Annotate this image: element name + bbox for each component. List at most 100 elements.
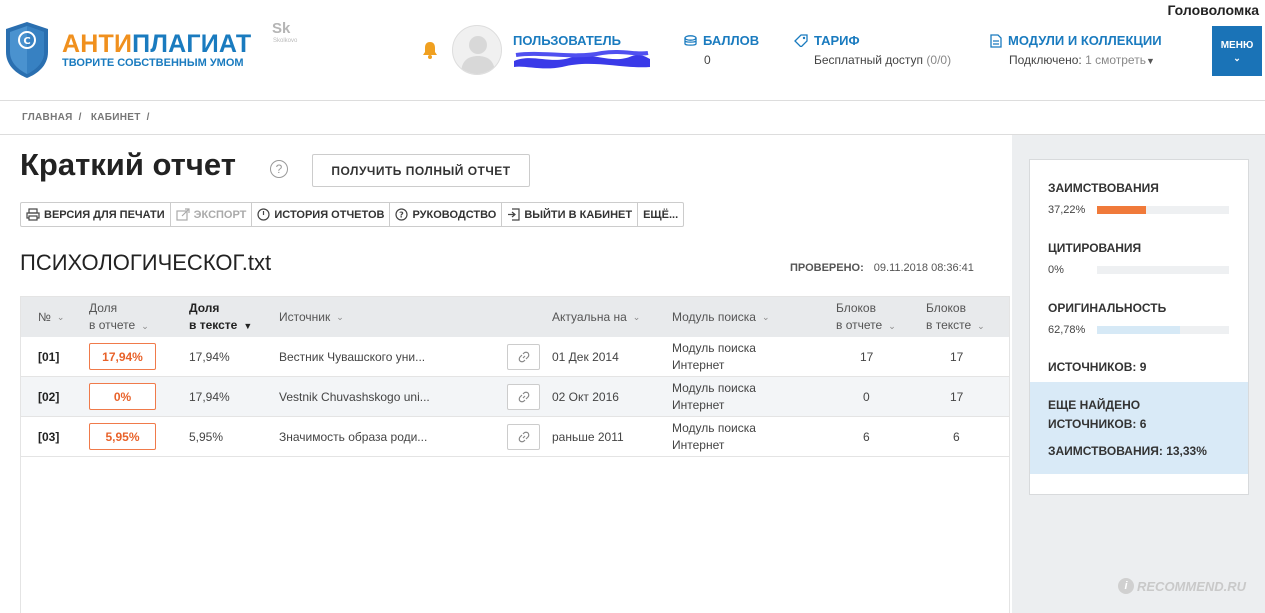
exit-to-cabinet-label: ВЫЙТИ В КАБИНЕТ bbox=[524, 208, 633, 221]
exit-to-cabinet-button[interactable]: ВЫЙТИ В КАБИНЕТ bbox=[502, 203, 639, 226]
source-name[interactable]: Вестник Чувашского уни... bbox=[279, 337, 425, 377]
skolkovo-caption: Skolkovo bbox=[273, 38, 298, 44]
row-number: [01] bbox=[38, 350, 60, 364]
table-row[interactable]: [01] 17,94% 17,94% Вестник Чувашского ун… bbox=[21, 337, 1009, 377]
actual-date: раньше 2011 bbox=[552, 430, 624, 444]
found-sources-count: ИСТОЧНИКОВ: 6 bbox=[1048, 417, 1147, 431]
sources-count: ИСТОЧНИКОВ: 9 bbox=[1048, 360, 1147, 374]
checked-label: ПРОВЕРЕНО: bbox=[790, 262, 864, 274]
actual-date: 02 Окт 2016 bbox=[552, 390, 619, 404]
document-icon bbox=[990, 33, 1002, 48]
chevron-down-icon: ⌄ bbox=[336, 311, 344, 322]
reports-history-button[interactable]: ИСТОРИЯ ОТЧЕТОВ bbox=[252, 203, 391, 226]
sources-table: № ⌄ Доля в отчете ⌄ Доля в тексте ▼ Источник ⌄… bbox=[20, 296, 1010, 613]
column-header-source[interactable]: Источник ⌄ bbox=[279, 297, 344, 337]
points-title: БАЛЛОВ bbox=[703, 33, 760, 48]
found-borrowings: ЗАИМСТВОВАНИЯ: 13,33% bbox=[1048, 444, 1207, 458]
reports-history-label: ИСТОРИЯ ОТЧЕТОВ bbox=[274, 208, 385, 221]
menu-label: МЕНЮ bbox=[1220, 40, 1254, 51]
blocks-in-report: 17 bbox=[860, 350, 874, 364]
points-block[interactable]: БАЛЛОВ 0 bbox=[684, 33, 759, 67]
redacted-username-scribble bbox=[514, 50, 650, 69]
row-number: [03] bbox=[38, 430, 60, 444]
modules-view-link[interactable]: смотреть bbox=[1095, 53, 1146, 67]
more-button[interactable]: ЕЩЁ... bbox=[638, 203, 683, 226]
source-name[interactable]: Vestnik Chuvashskogo uni... bbox=[279, 377, 430, 417]
modules-block[interactable]: МОДУЛИ И КОЛЛЕКЦИИ Подключено: 1 смотрет… bbox=[990, 33, 1162, 67]
print-version-button[interactable]: ВЕРСИЯ ДЛЯ ПЕЧАТИ bbox=[21, 203, 171, 226]
logo-wordmark[interactable]: АНТИПЛАГИАТ bbox=[62, 30, 251, 59]
modules-title: МОДУЛИ И КОЛЛЕКЦИИ bbox=[1008, 33, 1162, 48]
source-link-button[interactable] bbox=[507, 344, 540, 370]
blocks-in-report: 0 bbox=[863, 390, 870, 404]
tag-icon bbox=[794, 34, 808, 47]
breadcrumb-separator: / bbox=[146, 112, 150, 123]
search-module: Модуль поиска Интернет bbox=[672, 341, 756, 372]
logo-part-anti: АНТИ bbox=[62, 30, 133, 58]
column-header-num[interactable]: № ⌄ bbox=[38, 297, 64, 337]
more-label: ЕЩЁ... bbox=[643, 208, 679, 221]
avatar[interactable] bbox=[452, 25, 502, 75]
share-in-report-badge: 0% bbox=[89, 383, 156, 410]
tariff-block[interactable]: ТАРИФ Бесплатный доступ (0/0) bbox=[794, 33, 951, 67]
exit-icon bbox=[508, 208, 520, 221]
blocks-in-report: 6 bbox=[863, 430, 870, 444]
table-row[interactable]: [02] 0% 17,94% Vestnik Chuvashskogo uni.… bbox=[21, 377, 1009, 417]
source-name[interactable]: Значимость образа роди... bbox=[279, 417, 427, 457]
link-icon bbox=[518, 351, 529, 363]
logo-tagline: ТВОРИТЕ СОБСТВЕННЫМ УМОМ bbox=[62, 57, 244, 69]
coins-icon bbox=[684, 34, 697, 46]
checked-value: 09.11.2018 08:36:41 bbox=[873, 262, 974, 274]
column-header-actual[interactable]: Актуальна на ⌄ bbox=[552, 297, 640, 337]
export-icon bbox=[176, 208, 190, 221]
column-header-share-report[interactable]: Доля в отчете ⌄ bbox=[89, 297, 149, 337]
modules-connected-count: 1 bbox=[1085, 53, 1092, 67]
chevron-down-icon: ▼ bbox=[243, 320, 253, 331]
actual-date: 01 Дек 2014 bbox=[552, 350, 619, 364]
guide-button[interactable]: ? РУКОВОДСТВО bbox=[390, 203, 503, 226]
table-row[interactable]: [03] 5,95% 5,95% Значимость образа роди.… bbox=[21, 417, 1009, 457]
points-value: 0 bbox=[704, 53, 711, 67]
history-clock-icon bbox=[257, 208, 270, 221]
source-link-button[interactable] bbox=[507, 424, 540, 450]
borrowings-label: ЗАИМСТВОВАНИЯ bbox=[1048, 181, 1159, 195]
get-full-report-button[interactable]: ПОЛУЧИТЬ ПОЛНЫЙ ОТЧЕТ bbox=[312, 154, 530, 187]
menu-button[interactable]: МЕНЮ ⌄ bbox=[1212, 26, 1262, 76]
blocks-in-text: 17 bbox=[950, 390, 964, 404]
source-link-button[interactable] bbox=[507, 384, 540, 410]
printer-icon bbox=[26, 208, 40, 221]
column-header-share-text[interactable]: Доля в тексте ▼ bbox=[189, 297, 252, 337]
link-icon bbox=[518, 391, 529, 403]
help-icon[interactable]: ? bbox=[270, 160, 288, 178]
share-in-text: 5,95% bbox=[189, 430, 224, 444]
chevron-down-icon: ⌄ bbox=[1233, 53, 1241, 63]
recommend-watermark: i RECOMMEND.RU bbox=[1118, 578, 1246, 594]
chevron-down-icon: ⌄ bbox=[632, 311, 641, 322]
additional-sources-box[interactable]: ЕЩЕ НАЙДЕНО ИСТОЧНИКОВ: 6 ЗАИМСТВОВАНИЯ:… bbox=[1030, 382, 1248, 474]
found-more-label: ЕЩЕ НАЙДЕНО bbox=[1048, 398, 1141, 412]
chevron-down-icon: ⌄ bbox=[888, 320, 896, 331]
blocks-in-text: 6 bbox=[953, 430, 960, 444]
originality-bar-fill bbox=[1097, 326, 1180, 334]
export-button[interactable]: ЭКСПОРТ bbox=[171, 203, 253, 226]
chevron-down-icon: ⌄ bbox=[56, 311, 65, 322]
chevron-down-icon: ▼ bbox=[1145, 56, 1155, 66]
user-label[interactable]: ПОЛЬЗОВАТЕЛЬ bbox=[513, 33, 621, 48]
column-header-module[interactable]: Модуль поиска ⌄ bbox=[672, 297, 769, 337]
breadcrumb-cabinet[interactable]: КАБИНЕТ bbox=[91, 112, 141, 123]
blocks-in-text: 17 bbox=[950, 350, 964, 364]
link-icon bbox=[518, 431, 529, 443]
column-header-blocks-text[interactable]: Блоков в тексте ⌄ bbox=[926, 297, 985, 337]
originality-bar bbox=[1097, 326, 1229, 334]
originality-label: ОРИГИНАЛЬНОСТЬ bbox=[1048, 301, 1167, 315]
bell-icon[interactable] bbox=[421, 40, 439, 60]
breadcrumb-home[interactable]: ГЛАВНАЯ bbox=[22, 112, 73, 123]
corner-username[interactable]: Головоломка bbox=[1167, 2, 1259, 18]
table-header: № ⌄ Доля в отчете ⌄ Доля в тексте ▼ Источник ⌄… bbox=[21, 297, 1009, 337]
antiplagiat-shield-logo[interactable]: C bbox=[4, 20, 50, 80]
column-header-blocks-report[interactable]: Блоков в отчете ⌄ bbox=[836, 297, 896, 337]
page-title: Краткий отчет bbox=[20, 147, 236, 182]
skolkovo-logo: Sk bbox=[272, 20, 291, 37]
borrowings-bar bbox=[1097, 206, 1229, 214]
row-number: [02] bbox=[38, 390, 60, 404]
